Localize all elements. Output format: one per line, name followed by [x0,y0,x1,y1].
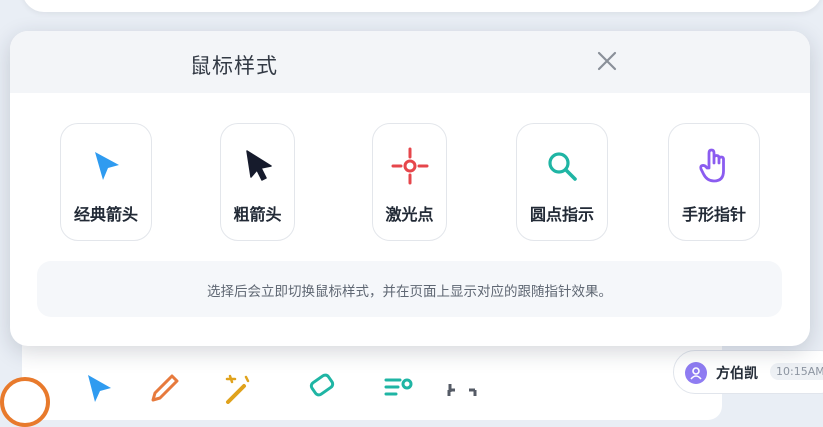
pen-icon[interactable] [148,372,180,404]
fullscreen-icon[interactable] [446,372,478,404]
school-logo [0,377,50,427]
option-label: 激光点 [385,205,434,224]
laser-crosshair-icon [390,146,430,186]
text-list-icon[interactable] [382,372,414,404]
user-name: 方伯凯 [716,366,758,382]
timestamp: 10:15AM [770,363,823,380]
option-dot-indicator[interactable]: 圆点指示 [516,123,608,241]
option-classic-arrow[interactable]: 经典箭头 [60,123,152,241]
user-chip[interactable]: 方伯凯 10:15AM [673,350,823,394]
eraser-icon[interactable] [306,372,338,404]
cursor-style-dialog: 鼠标样式 经典箭头 粗箭头 激光点 圆点指示 手形指针 选择后会立即切换鼠标样式… [10,31,810,346]
dialog-header: 鼠标样式 [10,31,810,93]
user-icon [690,367,702,380]
hint-text: 选择后会立即切换鼠标样式，并在页面上显示对应的跟随指针效果。 [207,284,612,300]
arrow-cursor-icon [86,146,126,186]
option-label: 粗箭头 [233,205,282,224]
option-bold-arrow[interactable]: 粗箭头 [220,123,295,241]
option-label: 圆点指示 [529,205,594,224]
option-laser-dot[interactable]: 激光点 [372,123,447,241]
hand-pointer-icon [694,146,734,186]
pointer-icon[interactable] [83,372,115,404]
magic-wand-icon[interactable] [222,372,254,404]
avatar [685,362,707,384]
bold-arrow-cursor-icon [238,146,278,186]
option-label: 经典箭头 [73,205,138,224]
close-icon[interactable] [595,49,619,73]
top-panel [22,0,822,12]
magnifier-icon [542,146,582,186]
dialog-title: 鼠标样式 [190,54,278,78]
option-label: 手形指针 [681,205,746,224]
hint-box: 选择后会立即切换鼠标样式，并在页面上显示对应的跟随指针效果。 [37,261,782,317]
option-hand-pointer[interactable]: 手形指针 [668,123,760,241]
